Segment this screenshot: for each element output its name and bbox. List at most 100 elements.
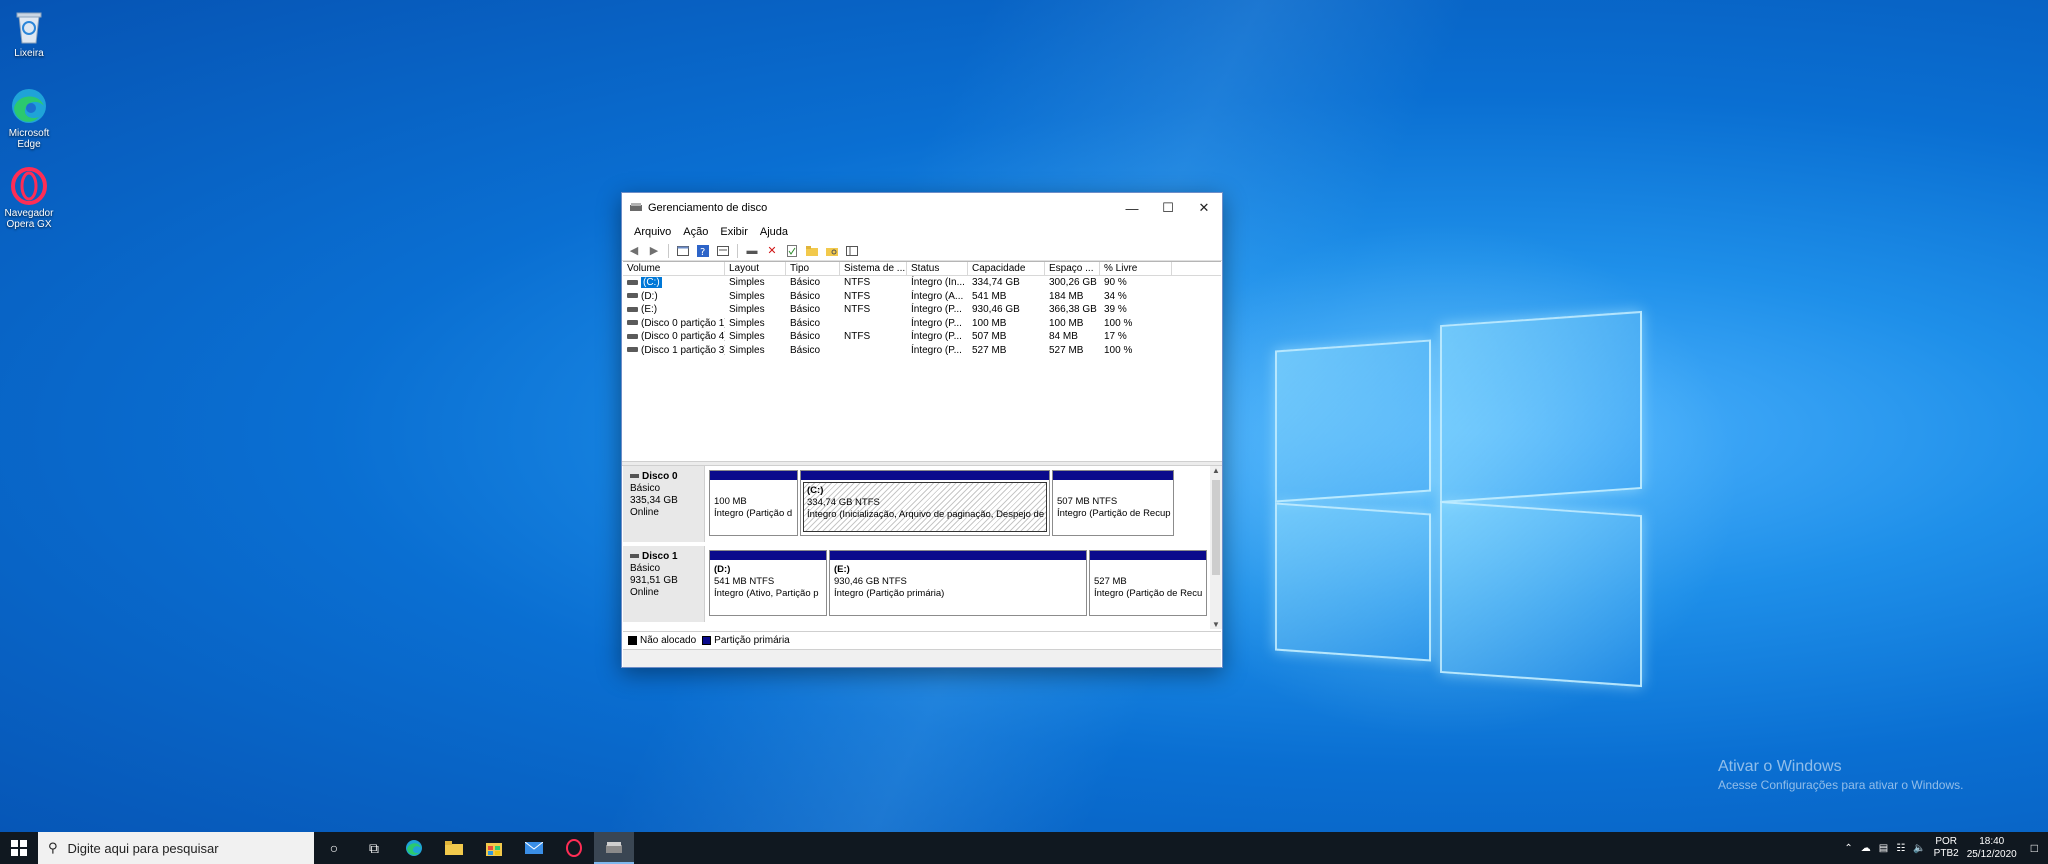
- store-icon: [486, 843, 502, 856]
- check-icon[interactable]: [784, 243, 800, 259]
- start-button[interactable]: [0, 832, 38, 864]
- recycle-bin-icon: [9, 6, 49, 46]
- disk-1-label[interactable]: Disco 1 Básico 931,51 GB Online: [623, 546, 705, 622]
- windows-start-icon: [11, 840, 27, 856]
- drive-icon: [627, 333, 638, 339]
- edge-icon: [9, 86, 49, 126]
- menu-acao[interactable]: Ação: [677, 226, 714, 238]
- search-placeholder: Digite aqui para pesquisar: [67, 840, 219, 856]
- folder-icon[interactable]: [804, 243, 820, 259]
- scroll-thumb[interactable]: [1212, 480, 1220, 575]
- partition-disk1-e[interactable]: (E:) 930,46 GB NTFS Íntegro (Partição pr…: [829, 550, 1087, 616]
- disk-management-window[interactable]: Gerenciamento de disco — ☐ ✕ Arquivo Açã…: [621, 192, 1223, 668]
- taskbar-search[interactable]: ⚲ Digite aqui para pesquisar: [38, 832, 314, 864]
- task-view-button[interactable]: ⧉: [354, 832, 394, 864]
- column-layout[interactable]: Layout: [725, 262, 786, 275]
- console-view-icon[interactable]: [675, 243, 691, 259]
- edge-icon: [406, 840, 422, 856]
- tray-clock[interactable]: 18:40 25/12/2020: [1963, 835, 2021, 861]
- table-row[interactable]: (E:) Simples Básico NTFS Íntegro (P... 9…: [623, 303, 1221, 317]
- toolbar: ◀ ▶ ? ▬ ✕: [622, 241, 1222, 261]
- taskbar-file-explorer[interactable]: [434, 832, 474, 864]
- tray-volume-icon[interactable]: 🔈: [1909, 843, 1929, 854]
- folder-search-icon[interactable]: [824, 243, 840, 259]
- task-view-icon: ⧉: [369, 839, 379, 856]
- mail-icon: [525, 842, 543, 854]
- connect-icon[interactable]: ▬: [744, 243, 760, 259]
- menu-exibir[interactable]: Exibir: [714, 226, 754, 238]
- notification-center-icon[interactable]: □: [2021, 841, 2048, 855]
- disk-icon: [630, 474, 639, 479]
- taskbar-store[interactable]: [474, 832, 514, 864]
- search-icon: ⚲: [48, 840, 58, 855]
- tray-onedrive-icon[interactable]: ☁: [1857, 843, 1875, 854]
- svg-text:?: ?: [700, 247, 705, 257]
- help-icon[interactable]: ?: [695, 243, 711, 259]
- desktop-icon-recycle-bin[interactable]: Lixeira: [0, 6, 58, 59]
- drive-icon: [627, 293, 638, 299]
- column-status[interactable]: Status: [907, 262, 968, 275]
- tray-chevron-up-icon[interactable]: ⌃: [1840, 843, 1856, 854]
- cortana-button[interactable]: ○: [314, 832, 354, 864]
- taskbar-edge[interactable]: [394, 832, 434, 864]
- partition-disk0-1[interactable]: 100 MB Íntegro (Partição d: [709, 470, 798, 536]
- taskbar-mail[interactable]: [514, 832, 554, 864]
- disk-0[interactable]: Disco 0 Básico 335,34 GB Online 100 MB Í…: [623, 466, 1210, 542]
- desktop-icon-opera-gx[interactable]: Navegador Opera GX: [0, 166, 58, 230]
- column-sistema[interactable]: Sistema de ...: [840, 262, 907, 275]
- legend-swatch-unallocated: [628, 636, 637, 645]
- taskbar-opera-gx[interactable]: [554, 832, 594, 864]
- menu-arquivo[interactable]: Arquivo: [628, 226, 677, 238]
- partition-disk0-4[interactable]: 507 MB NTFS Íntegro (Partição de Recup: [1052, 470, 1174, 536]
- volume-list[interactable]: Volume Layout Tipo Sistema de ... Status…: [623, 261, 1221, 461]
- taskbar-disk-management[interactable]: [594, 832, 634, 864]
- menu-ajuda[interactable]: Ajuda: [754, 226, 794, 238]
- forward-arrow-icon[interactable]: ▶: [646, 243, 662, 259]
- table-row[interactable]: (Disco 0 partição 4) Simples Básico NTFS…: [623, 330, 1221, 344]
- disk-1[interactable]: Disco 1 Básico 931,51 GB Online (D:) 541…: [623, 546, 1210, 622]
- minimize-button[interactable]: —: [1114, 193, 1150, 223]
- folder-icon: [445, 841, 463, 855]
- table-row[interactable]: (Disco 1 partição 3) Simples Básico Ínte…: [623, 344, 1221, 358]
- delete-icon[interactable]: ✕: [764, 243, 780, 259]
- drive-icon: [627, 347, 638, 353]
- disk-0-label[interactable]: Disco 0 Básico 335,34 GB Online: [623, 466, 705, 542]
- drive-icon: [627, 320, 638, 326]
- table-row[interactable]: (Disco 0 partição 1) Simples Básico Ínte…: [623, 317, 1221, 331]
- maximize-button[interactable]: ☐: [1150, 193, 1186, 223]
- close-button[interactable]: ✕: [1186, 193, 1222, 223]
- tray-network-icon[interactable]: ☷: [1892, 843, 1909, 854]
- column-livre[interactable]: % Livre: [1100, 262, 1172, 275]
- toolbar-separator: [737, 243, 738, 258]
- layout-icon[interactable]: [844, 243, 860, 259]
- title-bar[interactable]: Gerenciamento de disco — ☐ ✕: [622, 193, 1222, 223]
- system-tray: ⌃ ☁ ▤ ☷ 🔈 POR PTB2 18:40 25/12/2020 □: [1840, 832, 2048, 864]
- column-espaco[interactable]: Espaço ...: [1045, 262, 1100, 275]
- column-tipo[interactable]: Tipo: [786, 262, 840, 275]
- disk-view-scrollbar[interactable]: ▲ ▼: [1210, 466, 1222, 629]
- disk-graphical-view[interactable]: Disco 0 Básico 335,34 GB Online 100 MB Í…: [623, 466, 1210, 629]
- column-capacidade[interactable]: Capacidade: [968, 262, 1045, 275]
- scroll-down-icon[interactable]: ▼: [1210, 620, 1222, 629]
- menu-bar: Arquivo Ação Exibir Ajuda: [622, 223, 1222, 241]
- toolbar-separator: [668, 243, 669, 258]
- table-row[interactable]: (D:) Simples Básico NTFS Íntegro (A... 5…: [623, 290, 1221, 304]
- scroll-up-icon[interactable]: ▲: [1210, 466, 1222, 475]
- partition-disk1-3[interactable]: 527 MB Íntegro (Partição de Recu: [1089, 550, 1207, 616]
- activation-watermark: Ativar o Windows Acesse Configurações pa…: [1718, 758, 1964, 792]
- properties-icon[interactable]: [715, 243, 731, 259]
- partition-disk1-d[interactable]: (D:) 541 MB NTFS Íntegro (Ativo, Partiçã…: [709, 550, 827, 616]
- legend: Não alocado Partição primária: [623, 631, 1221, 649]
- tray-language[interactable]: POR PTB2: [1930, 836, 1963, 860]
- tray-app-icon[interactable]: ▤: [1875, 843, 1892, 854]
- back-arrow-icon[interactable]: ◀: [626, 243, 642, 259]
- legend-primary: Partição primária: [714, 635, 790, 646]
- desktop-icon-edge[interactable]: Microsoft Edge: [0, 86, 58, 150]
- legend-unallocated: Não alocado: [640, 635, 697, 646]
- table-row[interactable]: (C:) Simples Básico NTFS Íntegro (In... …: [623, 276, 1221, 290]
- drive-icon: [627, 306, 638, 312]
- legend-swatch-primary: [702, 636, 712, 645]
- cortana-icon: ○: [329, 840, 339, 856]
- partition-disk0-c[interactable]: (C:) 334,74 GB NTFS Íntegro (Inicializaç…: [800, 470, 1050, 536]
- column-volume[interactable]: Volume: [623, 262, 725, 275]
